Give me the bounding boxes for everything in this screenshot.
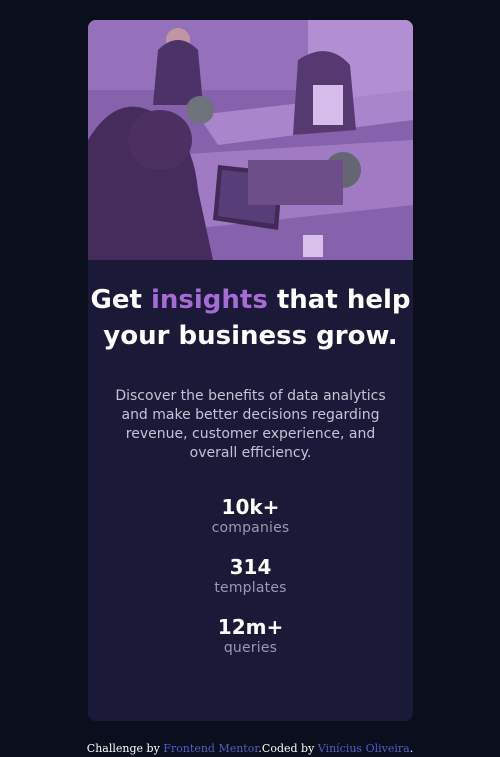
attribution-prefix: Challenge by: [86, 742, 160, 755]
stat-queries: 12m+ queries: [88, 615, 413, 658]
frontend-mentor-link[interactable]: Frontend Mentor: [163, 742, 258, 755]
author-link[interactable]: Vinícius Oliveira: [318, 742, 410, 755]
stats-preview-card: Get insights that help your business gro…: [88, 20, 413, 721]
attribution-suffix: .: [409, 742, 414, 755]
headline-accent: insights: [150, 285, 268, 315]
office-photo-illustration: [88, 20, 413, 260]
card-headline: Get insights that help your business gro…: [88, 282, 413, 354]
stat-value: 10k+: [221, 495, 280, 519]
stat-label: queries: [223, 640, 278, 656]
stat-value: 314: [229, 555, 272, 579]
stat-label: templates: [214, 580, 287, 596]
stat-templates: 314 templates: [88, 555, 413, 598]
attribution: Challenge by Frontend Mentor.Coded by Vi…: [0, 742, 500, 755]
stat-label: companies: [211, 520, 290, 536]
hero-image: [88, 20, 413, 260]
headline-start: Get: [90, 285, 142, 315]
card-description: Discover the benefits of data analytics …: [115, 388, 386, 461]
stat-companies: 10k+ companies: [88, 495, 413, 538]
stat-value: 12m+: [217, 615, 284, 639]
attribution-middle: .Coded by: [258, 742, 315, 755]
stats-list: 10k+ companies 314 templates 12m+ querie…: [88, 495, 413, 658]
